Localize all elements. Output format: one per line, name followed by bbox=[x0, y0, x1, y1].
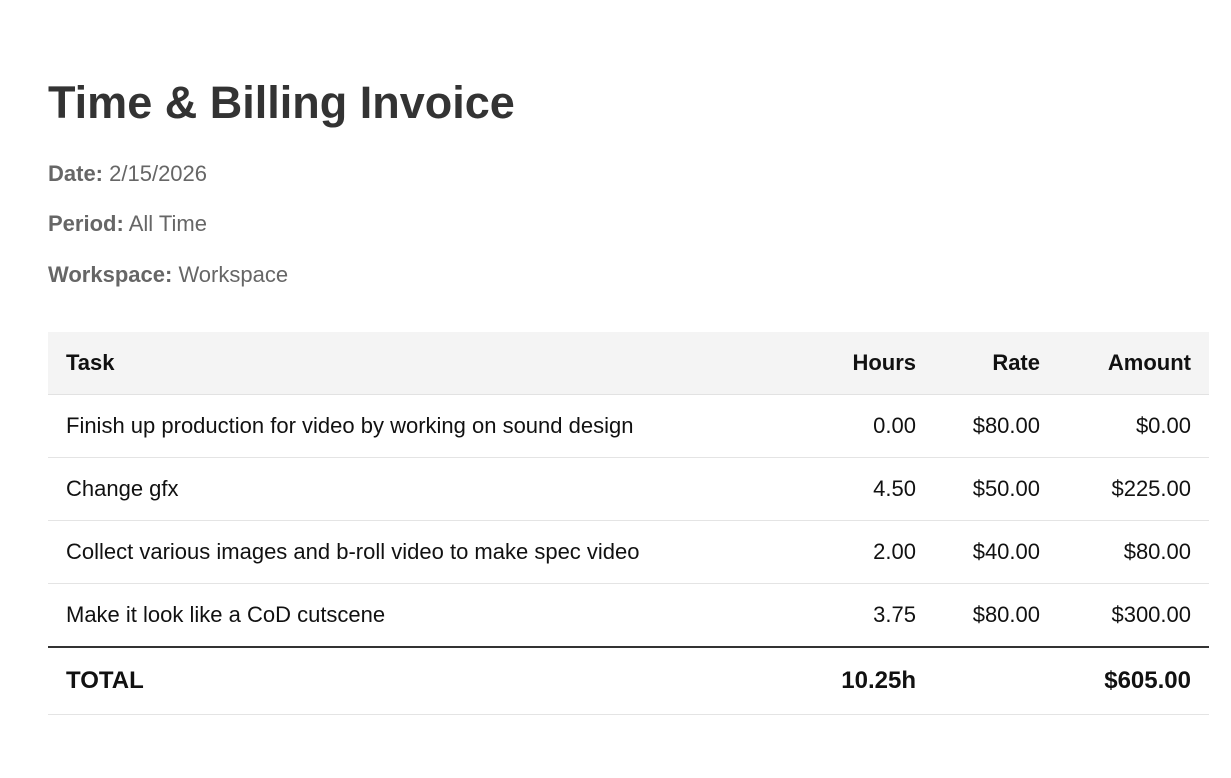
column-header-hours: Hours bbox=[784, 332, 934, 395]
total-label: TOTAL bbox=[48, 647, 784, 715]
total-hours: 10.25h bbox=[784, 647, 934, 715]
invoice-workspace: Workspace: Workspace bbox=[48, 261, 288, 289]
task-cell: Collect various images and b-roll video … bbox=[48, 520, 784, 584]
rate-cell: $40.00 bbox=[934, 520, 1058, 584]
hours-cell: 2.00 bbox=[784, 520, 934, 584]
table-header-row: Task Hours Rate Amount bbox=[48, 332, 1209, 395]
workspace-value: Workspace bbox=[178, 262, 289, 287]
invoice-period: Period: All Time bbox=[48, 210, 207, 238]
hours-cell: 3.75 bbox=[784, 583, 934, 648]
column-header-rate: Rate bbox=[934, 332, 1058, 395]
invoice-table: Task Hours Rate Amount Finish up product… bbox=[48, 332, 1209, 715]
rate-cell: $80.00 bbox=[934, 394, 1058, 458]
total-rate bbox=[934, 647, 1058, 715]
date-value: 2/15/2026 bbox=[109, 161, 208, 186]
column-header-amount: Amount bbox=[1058, 332, 1209, 395]
period-value: All Time bbox=[128, 211, 207, 236]
task-cell: Finish up production for video by workin… bbox=[48, 394, 784, 458]
rate-cell: $50.00 bbox=[934, 457, 1058, 521]
period-label: Period: bbox=[48, 211, 124, 236]
table-row: Make it look like a CoD cutscene 3.75 $8… bbox=[48, 583, 1209, 648]
workspace-label: Workspace: bbox=[48, 262, 173, 287]
hours-cell: 4.50 bbox=[784, 457, 934, 521]
column-header-task: Task bbox=[48, 332, 784, 395]
task-cell: Make it look like a CoD cutscene bbox=[48, 583, 784, 648]
table-row: Finish up production for video by workin… bbox=[48, 394, 1209, 458]
task-cell: Change gfx bbox=[48, 457, 784, 521]
invoice-date: Date: 2/15/2026 bbox=[48, 160, 207, 188]
amount-cell: $225.00 bbox=[1058, 457, 1209, 521]
table-row: Change gfx 4.50 $50.00 $225.00 bbox=[48, 457, 1209, 521]
table-row: Collect various images and b-roll video … bbox=[48, 520, 1209, 584]
invoice-page: Time & Billing Invoice Date: 2/15/2026 P… bbox=[0, 0, 1231, 778]
rate-cell: $80.00 bbox=[934, 583, 1058, 648]
total-amount: $605.00 bbox=[1058, 647, 1209, 715]
page-title: Time & Billing Invoice bbox=[48, 77, 515, 128]
amount-cell: $0.00 bbox=[1058, 394, 1209, 458]
total-row: TOTAL 10.25h $605.00 bbox=[48, 647, 1209, 715]
amount-cell: $300.00 bbox=[1058, 583, 1209, 648]
hours-cell: 0.00 bbox=[784, 394, 934, 458]
date-label: Date: bbox=[48, 161, 104, 186]
amount-cell: $80.00 bbox=[1058, 520, 1209, 584]
